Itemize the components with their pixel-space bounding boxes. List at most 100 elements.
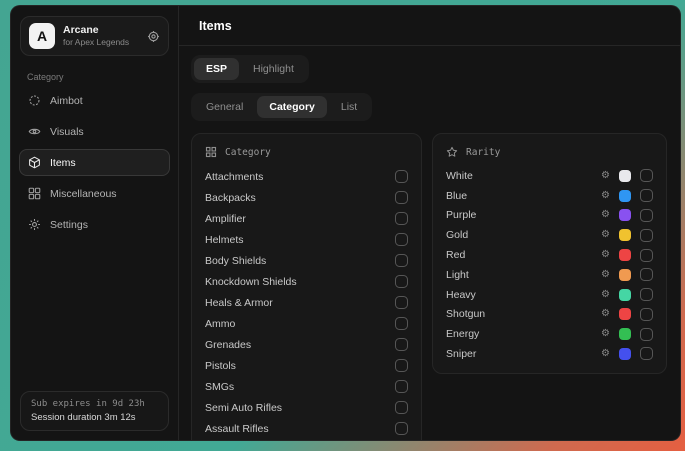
- color-swatch[interactable]: [619, 209, 631, 221]
- rarity-label: Heavy: [446, 289, 476, 301]
- category-checkbox[interactable]: [395, 170, 408, 183]
- category-checkbox[interactable]: [395, 380, 408, 393]
- gear-icon[interactable]: ⚙: [601, 250, 610, 260]
- rarity-row: Shotgun ⚙: [446, 304, 653, 324]
- gear-icon[interactable]: ⚙: [601, 171, 610, 181]
- category-row: Helmets: [205, 229, 408, 250]
- category-checkbox[interactable]: [395, 254, 408, 267]
- rarity-checkbox[interactable]: [640, 268, 653, 281]
- category-checkbox[interactable]: [395, 191, 408, 204]
- crosshair-icon: [28, 94, 41, 107]
- rarity-checkbox[interactable]: [640, 249, 653, 262]
- sidebar-section-label: Category: [27, 72, 178, 82]
- rarity-label: Red: [446, 249, 465, 261]
- sidebar-item-visuals[interactable]: Visuals: [19, 118, 170, 145]
- main-header: Items: [179, 6, 680, 46]
- rarity-checkbox[interactable]: [640, 347, 653, 360]
- tab-general[interactable]: General: [194, 96, 255, 118]
- rarity-checkbox[interactable]: [640, 288, 653, 301]
- rarity-checkbox[interactable]: [640, 209, 653, 222]
- sidebar-item-aimbot[interactable]: Aimbot: [19, 87, 170, 114]
- color-swatch[interactable]: [619, 249, 631, 261]
- category-checkbox[interactable]: [395, 317, 408, 330]
- category-checkbox[interactable]: [395, 359, 408, 372]
- color-swatch[interactable]: [619, 170, 631, 182]
- category-checkbox[interactable]: [395, 401, 408, 414]
- grid-small-icon: [205, 146, 217, 158]
- grid-icon: [28, 187, 41, 200]
- sub-expires-text: Sub expires in 9d 23h: [31, 399, 158, 409]
- rarity-panel: Rarity White ⚙: [432, 133, 667, 374]
- rarity-row: Light ⚙: [446, 265, 653, 285]
- eye-icon: [28, 125, 41, 138]
- sidebar-item-label: Settings: [50, 219, 88, 231]
- gear-icon[interactable]: ⚙: [601, 349, 610, 359]
- sidebar-item-items[interactable]: Items: [19, 149, 170, 176]
- gear-icon[interactable]: ⚙: [601, 329, 610, 339]
- category-row: SMGs: [205, 376, 408, 397]
- gear-icon[interactable]: ⚙: [601, 309, 610, 319]
- tab-list[interactable]: List: [329, 96, 369, 118]
- rarity-checkbox[interactable]: [640, 328, 653, 341]
- rarity-row: White ⚙: [446, 166, 653, 186]
- rarity-panel-title: Rarity: [466, 147, 500, 158]
- app-name: Arcane: [63, 24, 129, 37]
- color-swatch[interactable]: [619, 190, 631, 202]
- mode-highlight-button[interactable]: Highlight: [241, 58, 306, 80]
- rarity-checkbox[interactable]: [640, 189, 653, 202]
- rarity-label: Shotgun: [446, 308, 485, 320]
- rarity-checkbox[interactable]: [640, 308, 653, 321]
- category-checkbox[interactable]: [395, 233, 408, 246]
- target-icon[interactable]: [147, 30, 160, 43]
- color-swatch[interactable]: [619, 348, 631, 360]
- category-label: Ammo: [205, 318, 235, 330]
- session-duration-text: Session duration 3m 12s: [31, 412, 158, 423]
- app-header-card: A Arcane for Apex Legends: [20, 16, 169, 56]
- category-checkbox[interactable]: [395, 338, 408, 351]
- category-label: Pistols: [205, 360, 236, 372]
- rarity-label: Gold: [446, 229, 468, 241]
- category-row: Grenades: [205, 334, 408, 355]
- tab-category[interactable]: Category: [257, 96, 327, 118]
- app-subtitle: for Apex Legends: [63, 37, 129, 48]
- gear-icon: [28, 218, 41, 231]
- category-row: Assault Rifles: [205, 418, 408, 439]
- category-panel: Category Attachments Backpacks: [191, 133, 422, 441]
- color-swatch[interactable]: [619, 269, 631, 281]
- sidebar-item-miscellaneous[interactable]: Miscellaneous: [19, 180, 170, 207]
- category-label: Attachments: [205, 171, 263, 183]
- category-checkbox[interactable]: [395, 275, 408, 288]
- category-checkbox[interactable]: [395, 422, 408, 435]
- category-checkbox[interactable]: [395, 296, 408, 309]
- sidebar-item-settings[interactable]: Settings: [19, 211, 170, 238]
- color-swatch[interactable]: [619, 308, 631, 320]
- gear-icon[interactable]: ⚙: [601, 290, 610, 300]
- color-swatch[interactable]: [619, 289, 631, 301]
- rarity-checkbox[interactable]: [640, 169, 653, 182]
- color-swatch[interactable]: [619, 229, 631, 241]
- mode-esp-button[interactable]: ESP: [194, 58, 239, 80]
- gear-icon[interactable]: ⚙: [601, 230, 610, 240]
- rarity-checkbox[interactable]: [640, 229, 653, 242]
- rarity-panel-header: Rarity: [446, 143, 653, 161]
- app-logo: A: [29, 23, 55, 49]
- category-panel-header: Category: [205, 143, 408, 161]
- category-label: Heals & Armor: [205, 297, 273, 309]
- category-list: Attachments Backpacks Amplifier: [205, 166, 408, 441]
- gear-icon[interactable]: ⚙: [601, 191, 610, 201]
- page-title: Items: [199, 19, 232, 33]
- gear-icon[interactable]: ⚙: [601, 270, 610, 280]
- main-area: Items ESP Highlight General Category Lis…: [179, 6, 680, 440]
- box-icon: [28, 156, 41, 169]
- gear-icon[interactable]: ⚙: [601, 210, 610, 220]
- category-row: Heals & Armor: [205, 292, 408, 313]
- category-label: Body Shields: [205, 255, 266, 267]
- category-checkbox[interactable]: [395, 212, 408, 225]
- color-swatch[interactable]: [619, 328, 631, 340]
- category-row: Ammo: [205, 313, 408, 334]
- category-label: Assault Rifles: [205, 423, 269, 435]
- category-row: Amplifier: [205, 208, 408, 229]
- category-panel-title: Category: [225, 147, 271, 158]
- view-tabs: General Category List: [191, 93, 372, 121]
- sidebar-nav: Aimbot Visuals Items: [11, 87, 178, 238]
